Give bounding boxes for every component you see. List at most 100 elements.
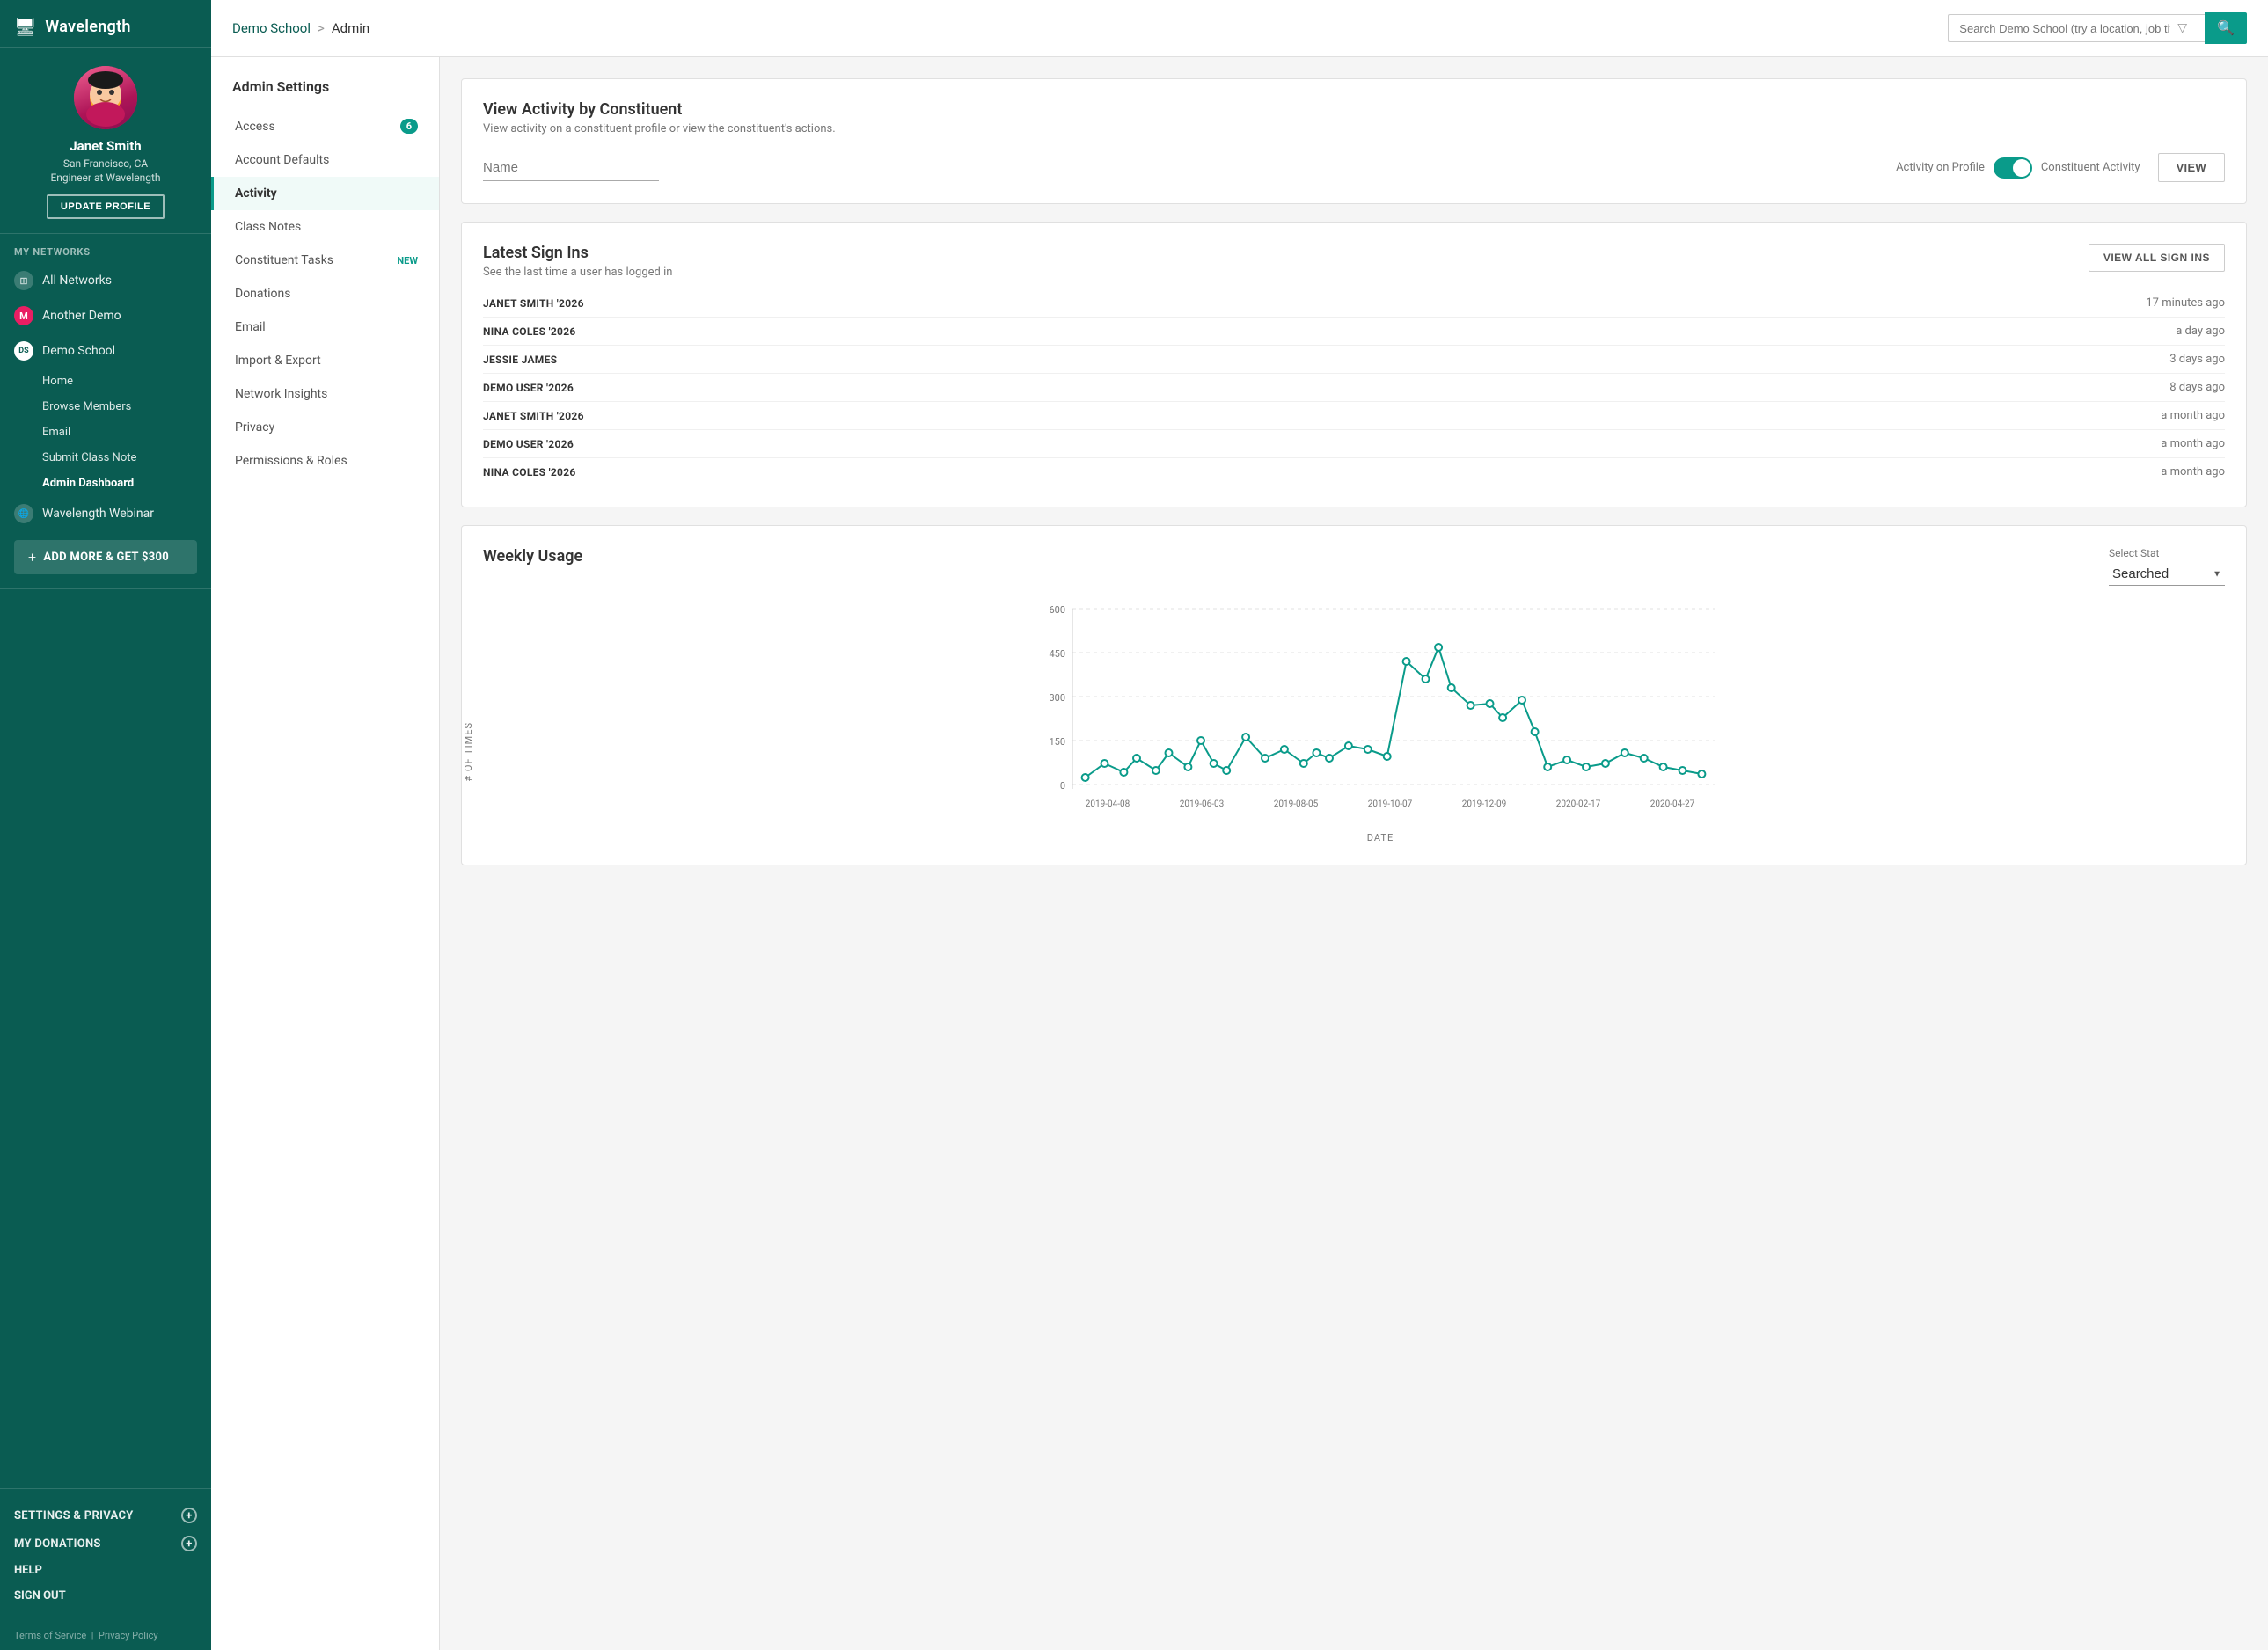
chart-dot bbox=[1120, 769, 1127, 776]
update-profile-button[interactable]: UPDATE PROFILE bbox=[47, 194, 165, 219]
settings-item-privacy[interactable]: Privacy bbox=[211, 411, 439, 444]
settings-item-import-export[interactable]: Import & Export bbox=[211, 344, 439, 377]
chart-dot bbox=[1448, 684, 1455, 691]
settings-item-access[interactable]: Access 6 bbox=[211, 109, 439, 143]
wavelength-webinar-icon: 🌐 bbox=[14, 504, 33, 523]
sign-in-time: 17 minutes ago bbox=[2146, 296, 2225, 310]
subnav-browse-members[interactable]: Browse Members bbox=[42, 394, 211, 420]
settings-item-class-notes[interactable]: Class Notes bbox=[211, 210, 439, 244]
help-link[interactable]: HELP bbox=[14, 1558, 197, 1583]
svg-text:2019-10-07: 2019-10-07 bbox=[1368, 799, 1413, 809]
subnav-submit-class-note[interactable]: Submit Class Note bbox=[42, 445, 211, 471]
search-input[interactable] bbox=[1959, 22, 2170, 35]
chart-dot bbox=[1487, 700, 1494, 707]
activity-toggle[interactable] bbox=[1994, 157, 2032, 179]
weekly-usage-title: Weekly Usage bbox=[483, 547, 582, 566]
avatar bbox=[74, 66, 137, 129]
weekly-usage-card: Weekly Usage Select Stat Searched Logged… bbox=[461, 525, 2247, 865]
chart-dot bbox=[1211, 760, 1218, 767]
constituent-tasks-badge: NEW bbox=[397, 255, 418, 266]
chart-dot bbox=[1563, 756, 1570, 763]
sign-in-name: DEMO USER '2026 bbox=[483, 382, 574, 394]
content-area: Admin Settings Access 6 Account Defaults… bbox=[211, 57, 2268, 1650]
toggle-left-label: Activity on Profile bbox=[1896, 161, 1985, 174]
settings-privacy-link[interactable]: SETTINGS & PRIVACY + bbox=[14, 1501, 197, 1530]
chart-dot bbox=[1403, 658, 1410, 665]
stat-select[interactable]: Searched Logged In Profiles Viewed bbox=[2109, 563, 2225, 586]
breadcrumb-separator: > bbox=[318, 20, 325, 36]
sign-in-time: a month ago bbox=[2161, 465, 2225, 478]
sign-in-name: NINA COLES '2026 bbox=[483, 466, 576, 478]
chart-title-group: Weekly Usage bbox=[483, 547, 582, 569]
svg-text:2020-04-27: 2020-04-27 bbox=[1650, 799, 1695, 809]
sidebar-item-demo-school[interactable]: DS Demo School bbox=[0, 333, 211, 369]
subnav-admin-dashboard[interactable]: Admin Dashboard bbox=[42, 471, 211, 496]
settings-item-donations[interactable]: Donations bbox=[211, 277, 439, 310]
donations-expand-icon: + bbox=[181, 1536, 197, 1551]
chart-dot bbox=[1602, 760, 1609, 767]
chart-dot bbox=[1345, 742, 1352, 749]
svg-text:2019-04-08: 2019-04-08 bbox=[1086, 799, 1130, 809]
profile-area: Janet Smith San Francisco, CA Engineer a… bbox=[0, 48, 211, 234]
chart-dot bbox=[1660, 763, 1667, 770]
sidebar: 🖥 Wavelength Janet Smith San Francisco, … bbox=[0, 0, 211, 1650]
bottom-section: SETTINGS & PRIVACY + MY DONATIONS + HELP… bbox=[0, 1488, 211, 1621]
sidebar-item-another-demo[interactable]: M Another Demo bbox=[0, 298, 211, 333]
terms-of-service-link[interactable]: Terms of Service bbox=[14, 1630, 86, 1641]
demo-school-subnav: Home Browse Members Email Submit Class N… bbox=[0, 369, 211, 496]
sign-ins-title-group: Latest Sign Ins See the last time a user… bbox=[483, 244, 672, 279]
all-networks-icon: ⊞ bbox=[14, 271, 33, 290]
sign-in-row: JANET SMITH '2026 17 minutes ago bbox=[483, 289, 2225, 318]
my-networks-label: MY NETWORKS bbox=[0, 234, 211, 263]
select-stat-label: Select Stat bbox=[2109, 547, 2225, 559]
sign-in-list: JANET SMITH '2026 17 minutes ago NINA CO… bbox=[483, 289, 2225, 486]
subnav-email[interactable]: Email bbox=[42, 420, 211, 445]
settings-item-network-insights[interactable]: Network Insights bbox=[211, 377, 439, 411]
svg-text:0: 0 bbox=[1060, 780, 1065, 792]
sign-in-row: NINA COLES '2026 a month ago bbox=[483, 458, 2225, 486]
logo-text: Wavelength bbox=[45, 18, 130, 36]
toggle-right-label: Constituent Activity bbox=[2041, 161, 2140, 174]
sidebar-item-wavelength-webinar[interactable]: 🌐 Wavelength Webinar bbox=[0, 496, 211, 531]
sidebar-item-all-networks[interactable]: ⊞ All Networks bbox=[0, 263, 211, 298]
settings-item-email[interactable]: Email bbox=[211, 310, 439, 344]
chart-dot bbox=[1499, 714, 1506, 721]
activity-toggle-group: Activity on Profile Constituent Activity bbox=[1896, 157, 2140, 179]
sign-in-time: 3 days ago bbox=[2169, 353, 2225, 366]
search-button[interactable]: 🔍 bbox=[2205, 12, 2247, 44]
logo-area[interactable]: 🖥 Wavelength bbox=[0, 0, 211, 48]
sign-ins-title: Latest Sign Ins bbox=[483, 244, 672, 262]
settings-item-permissions-roles[interactable]: Permissions & Roles bbox=[211, 444, 439, 478]
svg-text:600: 600 bbox=[1049, 604, 1065, 616]
access-badge: 6 bbox=[400, 119, 418, 134]
filter-icon: ▽ bbox=[2170, 21, 2194, 35]
chart-header: Weekly Usage Select Stat Searched Logged… bbox=[483, 547, 2225, 586]
add-more-button[interactable]: + ADD MORE & GET $300 bbox=[14, 540, 197, 574]
chart-dot bbox=[1364, 746, 1372, 753]
admin-settings-panel: Admin Settings Access 6 Account Defaults… bbox=[211, 57, 440, 1650]
chart-dot bbox=[1184, 763, 1191, 770]
sign-in-row: DEMO USER '2026 8 days ago bbox=[483, 374, 2225, 402]
settings-item-constituent-tasks[interactable]: Constituent Tasks NEW bbox=[211, 244, 439, 277]
svg-text:2019-12-09: 2019-12-09 bbox=[1462, 799, 1507, 809]
chart-dot bbox=[1544, 763, 1551, 770]
chart-dot bbox=[1242, 734, 1249, 741]
privacy-policy-link[interactable]: Privacy Policy bbox=[99, 1630, 158, 1641]
footer-links: Terms of Service | Privacy Policy bbox=[0, 1621, 211, 1650]
sign-in-name: JESSIE JAMES bbox=[483, 354, 557, 366]
settings-item-activity[interactable]: Activity bbox=[211, 177, 439, 210]
svg-text:300: 300 bbox=[1049, 692, 1065, 704]
chart-dot bbox=[1300, 760, 1307, 767]
main-content: Demo School > Admin ▽ 🔍 Admin Settings A… bbox=[211, 0, 2268, 1650]
chart-dot bbox=[1423, 675, 1430, 683]
demo-school-icon: DS bbox=[14, 341, 33, 361]
my-donations-link[interactable]: MY DONATIONS + bbox=[14, 1530, 197, 1558]
sign-in-name: NINA COLES '2026 bbox=[483, 325, 576, 338]
breadcrumb-school[interactable]: Demo School bbox=[232, 20, 311, 36]
subnav-home[interactable]: Home bbox=[42, 369, 211, 394]
view-all-sign-ins-button[interactable]: VIEW ALL SIGN INS bbox=[2089, 244, 2225, 272]
activity-name-input[interactable] bbox=[483, 155, 659, 181]
sign-out-link[interactable]: SIGN OUT bbox=[14, 1583, 197, 1609]
view-activity-button[interactable]: VIEW bbox=[2158, 153, 2225, 182]
settings-item-account-defaults[interactable]: Account Defaults bbox=[211, 143, 439, 177]
